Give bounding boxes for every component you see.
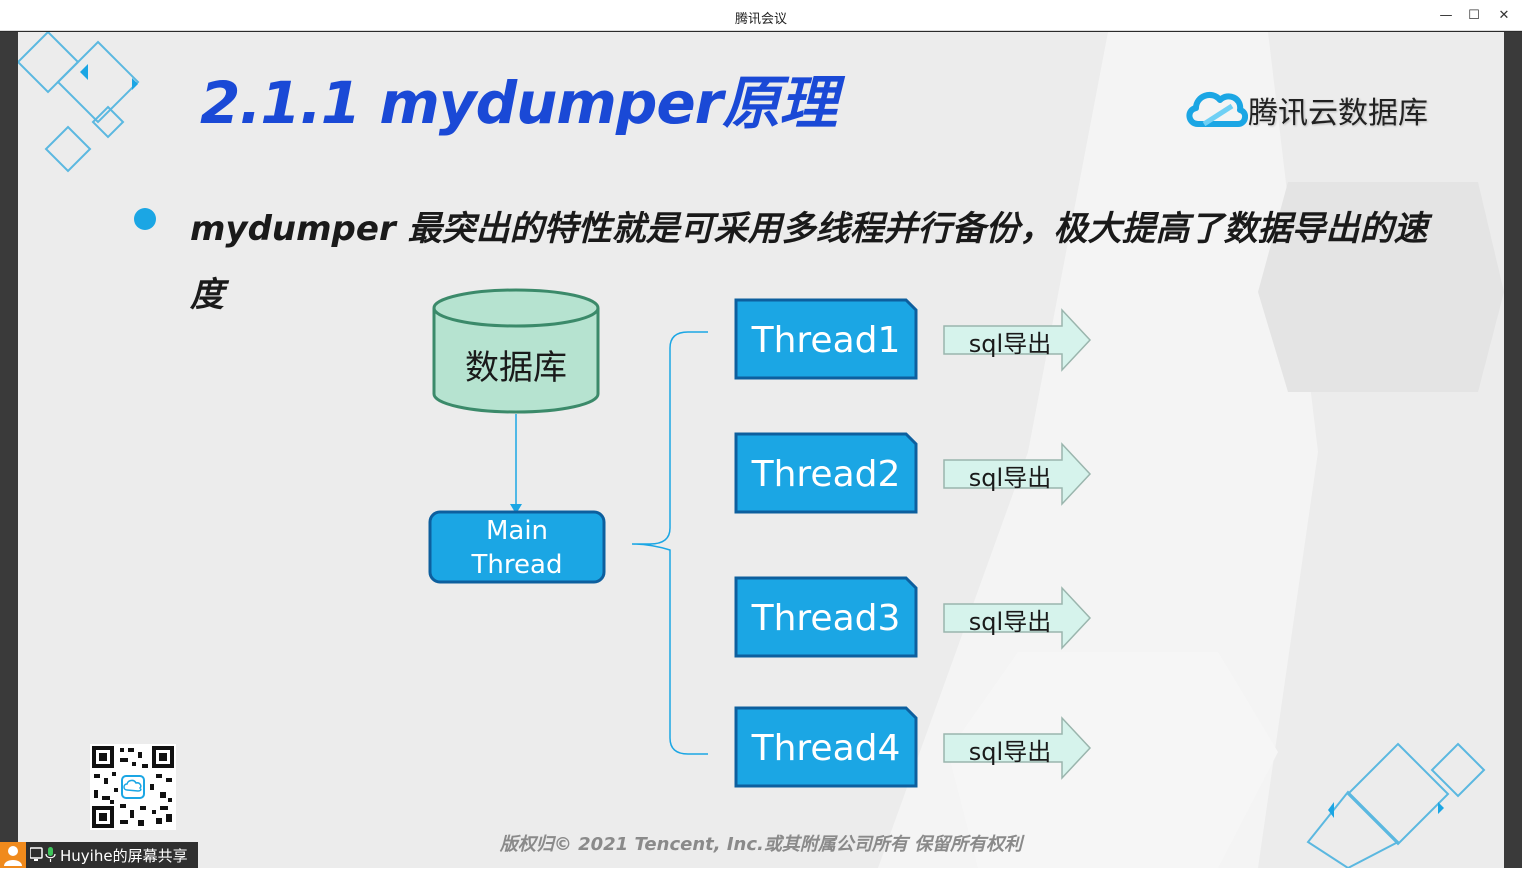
window-title: 腾讯会议 [734,12,787,27]
right-letterbox [1504,32,1522,868]
main-thread-line-1: Main [485,516,549,546]
main-thread-label: Main Thread [430,514,604,582]
person-icon [0,842,26,868]
minimize-button[interactable]: — [1436,6,1456,26]
left-letterbox [0,32,18,868]
shared-slide: 2.1.1 mydumper原理 腾讯云数据库 mydumper 最突出的特性就… [18,32,1504,868]
maximize-button[interactable]: ☐ [1464,6,1484,26]
export-label-1: sql导出 [968,330,1052,358]
thread-boxes [734,298,918,788]
export-arrows [943,308,1092,780]
export-label-3: sql导出 [968,608,1052,636]
export-label-2: sql导出 [968,464,1052,492]
meeting-window: 腾讯会议 — ☐ ✕ 2.1.1 mydumper原理 腾讯云数据库 mydum… [0,0,1522,868]
qr-code-icon [90,744,176,830]
screen-share-indicator[interactable]: Huyihe的屏幕共享 [0,842,198,868]
share-label: Huyihe的屏幕共享 [60,847,188,865]
thread-label-3: Thread3 [751,598,901,639]
copyright-footer: 版权归© 2021 Tencent, Inc.或其附属公司所有 保留所有权利 [499,834,1023,855]
database-label: 数据库 [465,348,567,388]
title-bar: 腾讯会议 — ☐ ✕ [0,0,1522,31]
export-label-4: sql导出 [968,738,1052,766]
thread-label-4: Thread4 [751,728,901,769]
thread-label-1: Thread1 [751,320,901,361]
main-thread-line-2: Thread [471,550,563,580]
brace-connector [631,331,708,755]
thread-label-2: Thread2 [751,454,901,495]
share-mic-icon [30,847,56,862]
close-button[interactable]: ✕ [1494,6,1514,26]
